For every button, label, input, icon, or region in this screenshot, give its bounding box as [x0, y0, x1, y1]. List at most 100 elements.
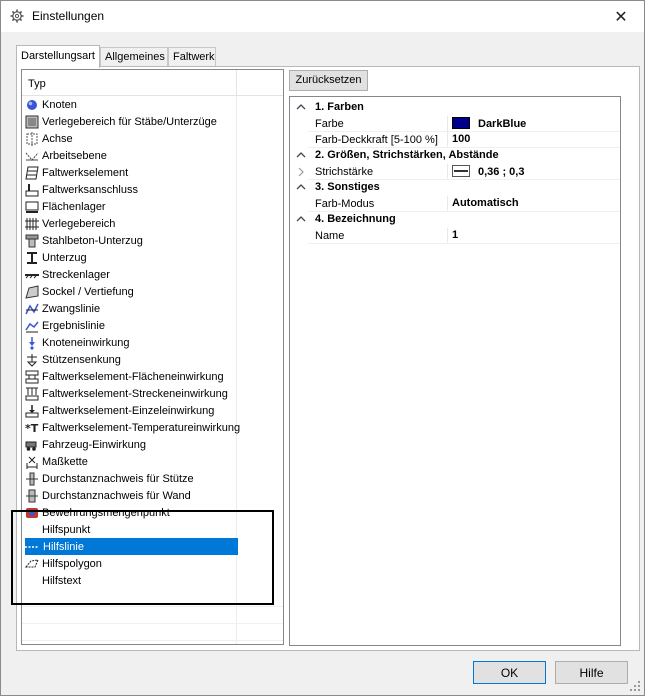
list-item[interactable]: Hilfstext	[25, 572, 239, 589]
list-item[interactable]: Zwangslinie	[25, 300, 239, 317]
property-row-name[interactable]: Name 1	[290, 228, 620, 244]
tab-darstellungsart[interactable]: Darstellungsart	[16, 45, 100, 68]
list-item[interactable]: Hilfspunkt	[25, 521, 239, 538]
column-header-typ: Typ	[28, 78, 46, 90]
window-title: Einstellungen	[32, 9, 105, 23]
tab-allgemeines[interactable]: Allgemeines	[100, 47, 168, 67]
list-item-label: Maßkette	[42, 455, 88, 468]
blank-icon	[25, 574, 39, 588]
property-row-deckkraft[interactable]: Farb-Deckkraft [5-100 %] 100	[290, 132, 620, 148]
property-value-name[interactable]: 1	[452, 229, 458, 241]
category-label: 4. Bezeichnung	[315, 213, 396, 225]
list-item[interactable]: Stützensenkung	[25, 351, 239, 368]
column-separator	[447, 164, 448, 180]
list-item[interactable]: Faltwerkselement-Streckeneinwirkung	[25, 385, 239, 402]
list-item[interactable]: Fahrzeug-Einwirkung	[25, 436, 239, 453]
list-item[interactable]: *T Faltwerkselement-Temperatureinwirkung	[25, 419, 241, 436]
chevron-right-icon[interactable]	[296, 166, 306, 178]
list-item-label: Verlegebereich	[42, 217, 116, 230]
property-row-farb-modus[interactable]: Farb-Modus Automatisch	[290, 196, 620, 212]
list-item[interactable]: Achse	[25, 130, 239, 147]
punching-wall-icon	[25, 489, 39, 503]
line-load-icon	[25, 387, 39, 401]
laying-area-icon	[25, 217, 39, 231]
list-item[interactable]: Stahlbeton-Unterzug	[25, 232, 239, 249]
chevron-up-icon[interactable]	[296, 149, 306, 161]
list-item[interactable]: Streckenlager	[25, 266, 239, 283]
tab-faltwerk[interactable]: Faltwerk	[168, 47, 216, 67]
column-separator	[447, 196, 448, 212]
reset-button[interactable]: Zurücksetzen	[289, 70, 368, 91]
list-item-label: Faltwerkselement	[42, 166, 129, 179]
list-item-label: Faltwerkselement-Flächeneinwirkung	[42, 370, 224, 383]
title-bar: Einstellungen ✕	[1, 1, 644, 32]
list-item[interactable]: Bewehrungsmengenpunkt	[25, 504, 239, 521]
list-item[interactable]: Sockel / Vertiefung	[25, 283, 239, 300]
empty-row-line	[22, 640, 283, 641]
list-item[interactable]: Faltwerkselement-Flächeneinwirkung	[25, 368, 239, 385]
close-button[interactable]: ✕	[598, 1, 644, 32]
list-item[interactable]: Faltwerksanschluss	[25, 181, 239, 198]
folded-plate-element-icon	[25, 166, 39, 180]
property-row-strichstaerke[interactable]: Strichstärke 0,36 ; 0,3	[290, 164, 620, 180]
category-farben[interactable]: 1. Farben	[290, 100, 620, 116]
laying-area-beam-icon	[25, 115, 39, 129]
helper-polygon-icon	[25, 557, 39, 571]
list-item-label: Faltwerksanschluss	[42, 183, 138, 196]
chevron-up-icon[interactable]	[296, 101, 306, 113]
list-item[interactable]: Knoten	[25, 96, 239, 113]
list-item[interactable]: Hilfspolygon	[25, 555, 239, 572]
list-item-label: Stahlbeton-Unterzug	[42, 234, 143, 247]
category-bezeichnung[interactable]: 4. Bezeichnung	[290, 212, 620, 228]
list-item-label: Achse	[42, 132, 73, 145]
property-grid[interactable]: 1. Farben Farbe DarkBlue Farb-Deckkraft …	[289, 96, 621, 646]
area-support-icon	[25, 200, 39, 214]
column-separator	[447, 116, 448, 132]
category-groessen[interactable]: 2. Größen, Strichstärken, Abstände	[290, 148, 620, 164]
help-button[interactable]: Hilfe	[555, 661, 628, 684]
blank-icon	[25, 523, 39, 537]
list-item[interactable]: Flächenlager	[25, 198, 239, 215]
list-item[interactable]: Unterzug	[25, 249, 239, 266]
category-sonstiges[interactable]: 3. Sonstiges	[290, 180, 620, 196]
property-name: Strichstärke	[315, 166, 374, 178]
list-item[interactable]: Knoteneinwirkung	[25, 334, 239, 351]
list-item-label: Zwangslinie	[42, 302, 101, 315]
list-item[interactable]: Durchstanznachweis für Stütze	[25, 470, 239, 487]
list-item[interactable]: Verlegebereich	[25, 215, 239, 232]
list-item[interactable]: Durchstanznachweis für Wand	[25, 487, 239, 504]
list-item[interactable]: Faltwerkselement-Einzeleinwirkung	[25, 402, 239, 419]
list-item-label: Streckenlager	[42, 268, 110, 281]
list-item[interactable]: Faltwerkselement	[25, 164, 239, 181]
list-item-selected[interactable]: Hilfslinie	[25, 538, 238, 555]
resize-grip-icon[interactable]	[629, 680, 641, 692]
property-value-farbe[interactable]: DarkBlue	[452, 117, 526, 130]
list-item[interactable]: Verlegebereich für Stäbe/Unterzüge	[25, 113, 239, 130]
list-item-label: Ergebnislinie	[42, 319, 105, 332]
property-value-deckkraft[interactable]: 100	[452, 133, 470, 145]
list-item[interactable]: Ergebnislinie	[25, 317, 239, 334]
node-load-icon	[25, 336, 39, 350]
settings-dialog: Einstellungen ✕ Darstellungsart Allgemei…	[0, 0, 645, 696]
category-label: 1. Farben	[315, 101, 364, 113]
temperature-load-icon: *T	[25, 421, 39, 435]
property-value-farb-modus[interactable]: Automatisch	[452, 197, 519, 209]
ok-button[interactable]: OK	[473, 661, 546, 684]
chevron-up-icon[interactable]	[296, 181, 306, 193]
list-item-label: Stützensenkung	[42, 353, 121, 366]
list-header[interactable]: Typ	[22, 70, 283, 96]
list-item[interactable]: Arbeitsebene	[25, 147, 239, 164]
list-item-label: Hilfspolygon	[42, 557, 102, 570]
property-row-farbe[interactable]: Farbe DarkBlue	[290, 116, 620, 132]
beam-icon	[25, 251, 39, 265]
work-plane-icon	[25, 149, 39, 163]
list-item-label: Faltwerkselement-Temperatureinwirkung	[42, 421, 241, 434]
type-list[interactable]: Typ Knoten Verlegebereich für Stäbe/Unte…	[21, 69, 284, 645]
list-item-label: Fahrzeug-Einwirkung	[42, 438, 146, 451]
property-name: Farbe	[315, 118, 344, 130]
support-settlement-icon	[25, 353, 39, 367]
close-icon: ✕	[614, 8, 628, 26]
property-value-strichstaerke[interactable]: 0,36 ; 0,3	[452, 165, 524, 178]
list-item[interactable]: Maßkette	[25, 453, 239, 470]
chevron-up-icon[interactable]	[296, 213, 306, 225]
